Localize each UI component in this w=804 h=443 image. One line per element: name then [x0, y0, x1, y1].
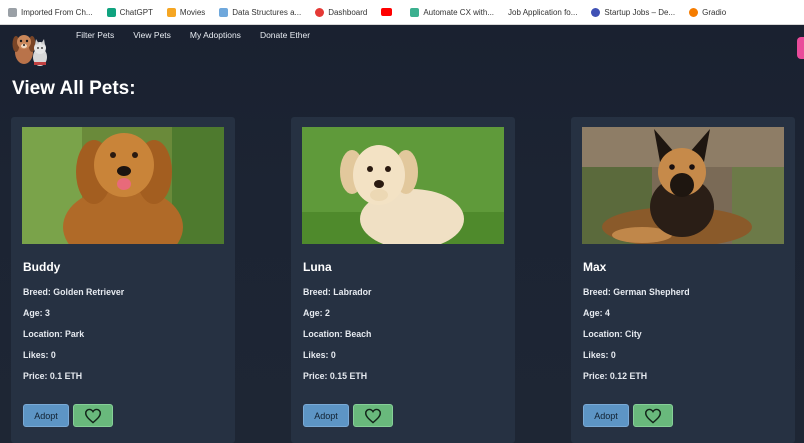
- gradio-icon: [689, 7, 699, 17]
- pet-age: Age: 4: [583, 308, 610, 318]
- top-navbar: Filter Pets View Pets My Adoptions Donat…: [0, 25, 804, 71]
- bookmark-label: Movies: [179, 7, 206, 17]
- pet-age: Age: 2: [303, 308, 330, 318]
- movies-icon: [166, 7, 176, 17]
- nav-donate-ether[interactable]: Donate Ether: [260, 30, 310, 40]
- like-button[interactable]: [73, 404, 113, 427]
- pet-location: Location: Beach: [303, 329, 372, 339]
- app-window: Filter Pets View Pets My Adoptions Donat…: [0, 25, 804, 443]
- nav-view-pets[interactable]: View Pets: [133, 30, 171, 40]
- bookmark-label: Dashboard: [328, 7, 368, 17]
- bookmark-startup-jobs[interactable]: Startup Jobs – De...: [591, 7, 676, 17]
- bookmark-chatgpt[interactable]: ChatGPT: [106, 7, 153, 17]
- pet-photo: [582, 127, 784, 244]
- chatgpt-icon: [106, 7, 116, 17]
- like-button[interactable]: [633, 404, 673, 427]
- pets-logo-icon[interactable]: [10, 28, 50, 68]
- bookmarks-bar: Imported From Ch... ChatGPT Movies Data …: [0, 0, 804, 25]
- pet-likes: Likes: 0: [23, 350, 56, 360]
- pet-name: Max: [583, 260, 607, 274]
- pet-age: Age: 3: [23, 308, 50, 318]
- pet-photo: [302, 127, 504, 244]
- pet-likes: Likes: 0: [583, 350, 616, 360]
- heart-icon: [84, 408, 102, 424]
- adopt-button[interactable]: Adopt: [303, 404, 349, 427]
- pet-breed: Breed: Labrador: [303, 287, 372, 297]
- adopt-button[interactable]: Adopt: [23, 404, 69, 427]
- nav-links: Filter Pets View Pets My Adoptions Donat…: [76, 30, 329, 40]
- pet-price: Price: 0.15 ETH: [303, 371, 368, 381]
- pet-breed: Breed: Golden Retriever: [23, 287, 125, 297]
- dashboard-icon: [315, 7, 325, 17]
- bookmark-movies[interactable]: Movies: [166, 7, 206, 17]
- bookmark-dashboard[interactable]: Dashboard: [315, 7, 368, 17]
- folder-icon: [8, 7, 17, 17]
- bookmark-job-application[interactable]: Job Application fo...: [508, 8, 577, 17]
- bookmark-imported[interactable]: Imported From Ch...: [8, 7, 93, 17]
- bookmark-gradio[interactable]: Gradio: [689, 7, 727, 17]
- nav-filter-pets[interactable]: Filter Pets: [76, 30, 114, 40]
- pet-price: Price: 0.1 ETH: [23, 371, 83, 381]
- bookmark-label: Job Application fo...: [508, 7, 578, 17]
- pet-card: Buddy Breed: Golden Retriever Age: 3 Loc…: [11, 117, 235, 443]
- pet-location: Location: City: [583, 329, 642, 339]
- heart-icon: [364, 408, 382, 424]
- automate-cx-icon: [410, 7, 420, 17]
- nav-my-adoptions[interactable]: My Adoptions: [190, 30, 241, 40]
- pet-card: Luna Breed: Labrador Age: 2 Location: Be…: [291, 117, 515, 443]
- bookmark-label: Gradio: [702, 7, 727, 17]
- bookmark-label: Automate CX with...: [423, 7, 495, 17]
- pet-card: Max Breed: German Shepherd Age: 4 Locati…: [571, 117, 795, 443]
- page-title: View All Pets:: [12, 78, 136, 99]
- pet-photo: [22, 127, 224, 244]
- data-structures-icon: [219, 7, 229, 17]
- bookmark-youtube[interactable]: [381, 8, 396, 16]
- youtube-icon: [381, 8, 393, 16]
- pet-location: Location: Park: [23, 329, 85, 339]
- pet-price: Price: 0.12 ETH: [583, 371, 648, 381]
- startup-jobs-icon: [591, 7, 601, 17]
- bookmark-label: Data Structures a...: [232, 7, 302, 17]
- bookmark-label: Startup Jobs – De...: [604, 7, 676, 17]
- pet-name: Luna: [303, 260, 332, 274]
- side-tab[interactable]: [797, 37, 804, 59]
- bookmark-data-structures[interactable]: Data Structures a...: [219, 7, 302, 17]
- adopt-button[interactable]: Adopt: [583, 404, 629, 427]
- bookmark-label: Imported From Ch...: [21, 7, 93, 17]
- heart-icon: [644, 408, 662, 424]
- bookmark-label: ChatGPT: [119, 7, 153, 17]
- pet-breed: Breed: German Shepherd: [583, 287, 690, 297]
- pet-likes: Likes: 0: [303, 350, 336, 360]
- like-button[interactable]: [353, 404, 393, 427]
- bookmark-automate-cx[interactable]: Automate CX with...: [410, 7, 495, 17]
- pet-name: Buddy: [23, 260, 61, 274]
